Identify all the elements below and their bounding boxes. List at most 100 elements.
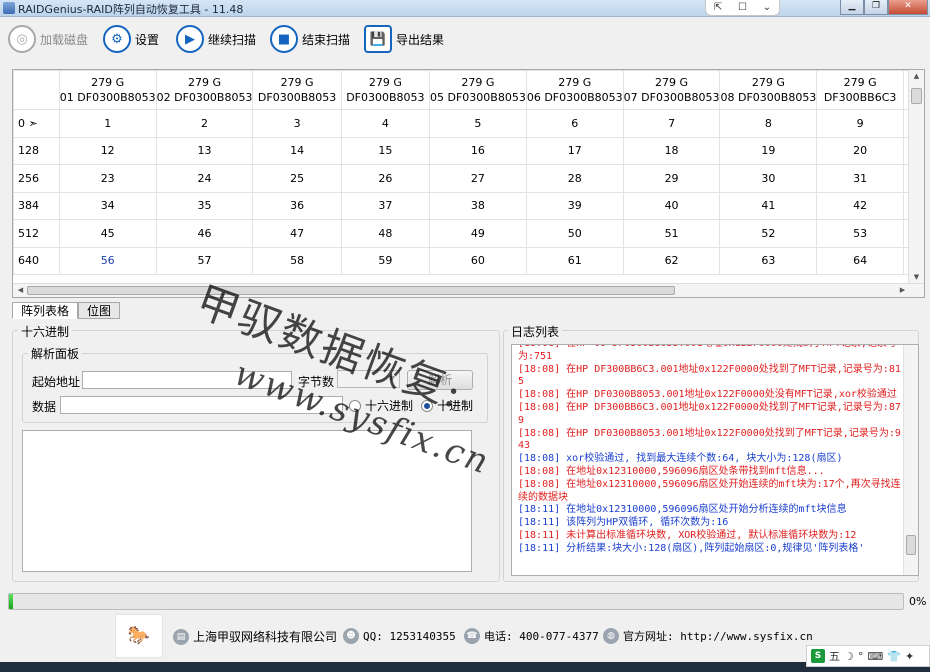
table-cell[interactable]: 26: [340, 164, 431, 193]
settings-button[interactable]: ⚙ 设置: [103, 23, 159, 55]
table-cell[interactable]: 41: [719, 191, 818, 220]
table-cell[interactable]: 49: [429, 219, 527, 248]
continue-scan-button[interactable]: ▶ 继续扫描: [176, 23, 256, 55]
column-header[interactable]: 279 G DF0300B8053: [340, 70, 431, 110]
table-cell[interactable]: 29: [622, 164, 721, 193]
table-cell[interactable]: 63: [719, 246, 818, 275]
maximize-button[interactable]: ❐: [864, 0, 888, 15]
grid-vscroll-thumb[interactable]: [911, 88, 922, 104]
table-cell[interactable]: 38: [429, 191, 527, 220]
table-cell[interactable]: 8: [719, 109, 818, 138]
table-cell[interactable]: 52: [719, 219, 818, 248]
skin-shirt-icon[interactable]: 👕: [887, 650, 901, 663]
table-cell[interactable]: 4: [340, 109, 431, 138]
table-cell[interactable]: 17: [525, 136, 624, 165]
table-cell[interactable]: 2: [155, 109, 254, 138]
parse-button[interactable]: 解析: [407, 370, 473, 390]
column-header[interactable]: 279 G 07 DF0300B8053: [622, 70, 721, 110]
table-cell[interactable]: 24: [155, 164, 254, 193]
table-cell[interactable]: 64: [816, 246, 904, 275]
table-cell[interactable]: 48: [340, 219, 431, 248]
table-cell[interactable]: 25: [252, 164, 342, 193]
column-header[interactable]: 279 G 05 DF0300B8053: [429, 70, 527, 110]
start-address-input[interactable]: [82, 371, 292, 389]
table-cell[interactable]: 7: [622, 109, 721, 138]
table-cell[interactable]: 59: [340, 246, 431, 275]
table-cell[interactable]: 12: [58, 136, 157, 165]
website-info[interactable]: ◍ 官方网址: http://www.sysfix.cn: [603, 628, 813, 644]
moon-icon[interactable]: ☽: [844, 650, 854, 663]
table-cell[interactable]: 1: [58, 109, 157, 138]
table-cell[interactable]: 47: [252, 219, 342, 248]
menu-icon[interactable]: ⌄: [763, 2, 771, 13]
table-cell[interactable]: 42: [816, 191, 904, 220]
log-scrollbar[interactable]: [903, 345, 918, 575]
log-scroll-thumb[interactable]: [906, 535, 916, 555]
scroll-right-icon[interactable]: ▶: [895, 286, 910, 294]
table-cell[interactable]: 51: [622, 219, 721, 248]
keyboard-icon[interactable]: ⌨: [867, 650, 883, 663]
scroll-left-icon[interactable]: ◀: [13, 286, 28, 294]
row-header[interactable]: 512: [13, 219, 60, 248]
column-header[interactable]: 279 G DF0300B8053: [252, 70, 342, 110]
table-cell[interactable]: 57: [155, 246, 254, 275]
table-cell[interactable]: 13: [155, 136, 254, 165]
table-cell[interactable]: 46: [155, 219, 254, 248]
column-header[interactable]: 279 G 06 DF0300B8053: [525, 70, 624, 110]
column-header[interactable]: 279 G 08 DF0300B8053: [719, 70, 818, 110]
table-cell[interactable]: 40: [622, 191, 721, 220]
sogou-icon[interactable]: S: [811, 649, 825, 663]
tab-bitmap[interactable]: 位图: [78, 302, 121, 319]
table-cell[interactable]: 50: [525, 219, 624, 248]
table-cell[interactable]: 61: [525, 246, 624, 275]
table-cell[interactable]: 27: [429, 164, 527, 193]
scroll-down-icon[interactable]: ▼: [909, 273, 924, 281]
load-disk-button[interactable]: ◎ 加载磁盘: [8, 23, 88, 55]
grid-horizontal-scrollbar[interactable]: ◀ ▶: [13, 283, 924, 297]
table-cell[interactable]: 15: [340, 136, 431, 165]
table-cell[interactable]: 36: [252, 191, 342, 220]
close-button[interactable]: ✕: [888, 0, 928, 15]
table-cell[interactable]: 5: [429, 109, 527, 138]
table-cell[interactable]: 39: [525, 191, 624, 220]
grid-vertical-scrollbar[interactable]: ▲ ▼: [908, 70, 924, 283]
row-header[interactable]: 256: [13, 164, 60, 193]
table-cell[interactable]: 37: [340, 191, 431, 220]
table-cell[interactable]: 35: [155, 191, 254, 220]
radio-dec[interactable]: 十进制: [421, 397, 473, 414]
table-cell[interactable]: 56: [58, 246, 157, 275]
table-cell[interactable]: 28: [525, 164, 624, 193]
column-header[interactable]: 279 G 01 DF0300B8053: [58, 70, 157, 110]
table-cell[interactable]: 60: [429, 246, 527, 275]
radio-hex-dot[interactable]: [349, 399, 361, 412]
tab-array-table[interactable]: 阵列表格: [12, 302, 79, 319]
table-cell[interactable]: 18: [622, 136, 721, 165]
table-cell[interactable]: 30: [719, 164, 818, 193]
pin-icon[interactable]: ⇱: [714, 2, 722, 13]
row-header[interactable]: 384: [13, 191, 60, 220]
website-url[interactable]: 官方网址: http://www.sysfix.cn: [623, 628, 813, 644]
minimize-button[interactable]: ▁: [840, 0, 864, 15]
wubi-icon[interactable]: 五: [829, 648, 840, 664]
table-cell[interactable]: 9: [816, 109, 904, 138]
table-cell[interactable]: 16: [429, 136, 527, 165]
table-cell[interactable]: 23: [58, 164, 157, 193]
row-header[interactable]: 0 ➣: [13, 109, 60, 138]
table-cell[interactable]: 6: [525, 109, 624, 138]
punctuation-icon[interactable]: °: [858, 650, 864, 663]
table-cell[interactable]: 3: [252, 109, 342, 138]
scroll-up-icon[interactable]: ▲: [909, 72, 924, 80]
table-cell[interactable]: 58: [252, 246, 342, 275]
column-header[interactable]: 279 G 02 DF0300B8053: [155, 70, 254, 110]
row-header[interactable]: 640: [13, 246, 60, 275]
byte-count-select[interactable]: ▼: [337, 370, 400, 388]
skin-icon[interactable]: ☐: [738, 2, 747, 13]
hex-output-box[interactable]: [22, 430, 472, 572]
log-list[interactable]: [18:08] 在HP 09 DF0300B8053.001地址0x122F00…: [511, 344, 919, 576]
tools-icon[interactable]: ✦: [905, 650, 914, 663]
row-header[interactable]: 128: [13, 136, 60, 165]
table-cell[interactable]: 62: [622, 246, 721, 275]
data-input[interactable]: [60, 396, 343, 414]
table-cell[interactable]: 45: [58, 219, 157, 248]
table-cell[interactable]: 53: [816, 219, 904, 248]
